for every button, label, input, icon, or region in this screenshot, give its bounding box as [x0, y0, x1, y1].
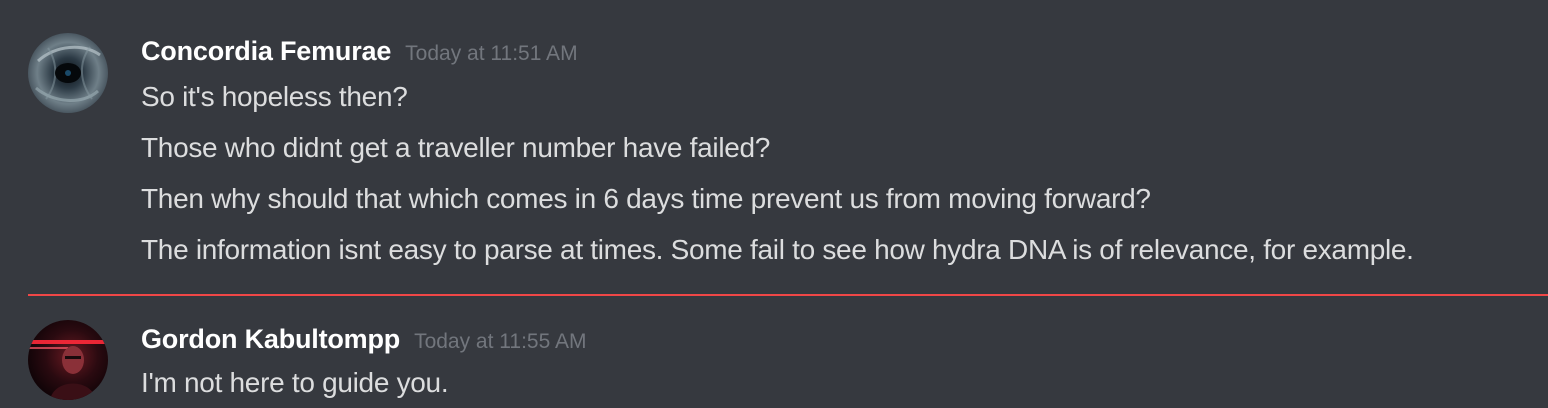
message-text: Those who didnt get a traveller number h…: [141, 132, 771, 163]
message-text: Then why should that which comes in 6 da…: [141, 183, 1151, 214]
username[interactable]: Gordon Kabultompp: [141, 324, 400, 354]
message-text: The information isnt easy to parse at ti…: [141, 234, 1414, 265]
message-group: Gordon Kabultompp Today at 11:55 AM I'm n…: [0, 300, 1548, 408]
message-group: Concordia Femurae Today at 11:51 AM So it…: [0, 0, 1548, 290]
message-text: So it's hopeless then?: [141, 81, 408, 112]
dark-vortex-avatar-icon: [28, 33, 108, 113]
message-header: Concordia Femurae Today at 11:51 AM: [141, 34, 578, 68]
message-header: Gordon Kabultompp Today at 11:55 AM: [141, 322, 586, 356]
red-neon-portrait-avatar-icon: [28, 320, 108, 400]
avatar[interactable]: [28, 33, 108, 113]
username[interactable]: Concordia Femurae: [141, 36, 391, 66]
timestamp[interactable]: Today at 11:55 AM: [414, 330, 586, 353]
new-messages-divider: [28, 294, 1548, 296]
avatar[interactable]: [28, 320, 108, 400]
timestamp[interactable]: Today at 11:51 AM: [405, 42, 577, 65]
message-text: I'm not here to guide you.: [141, 367, 449, 398]
